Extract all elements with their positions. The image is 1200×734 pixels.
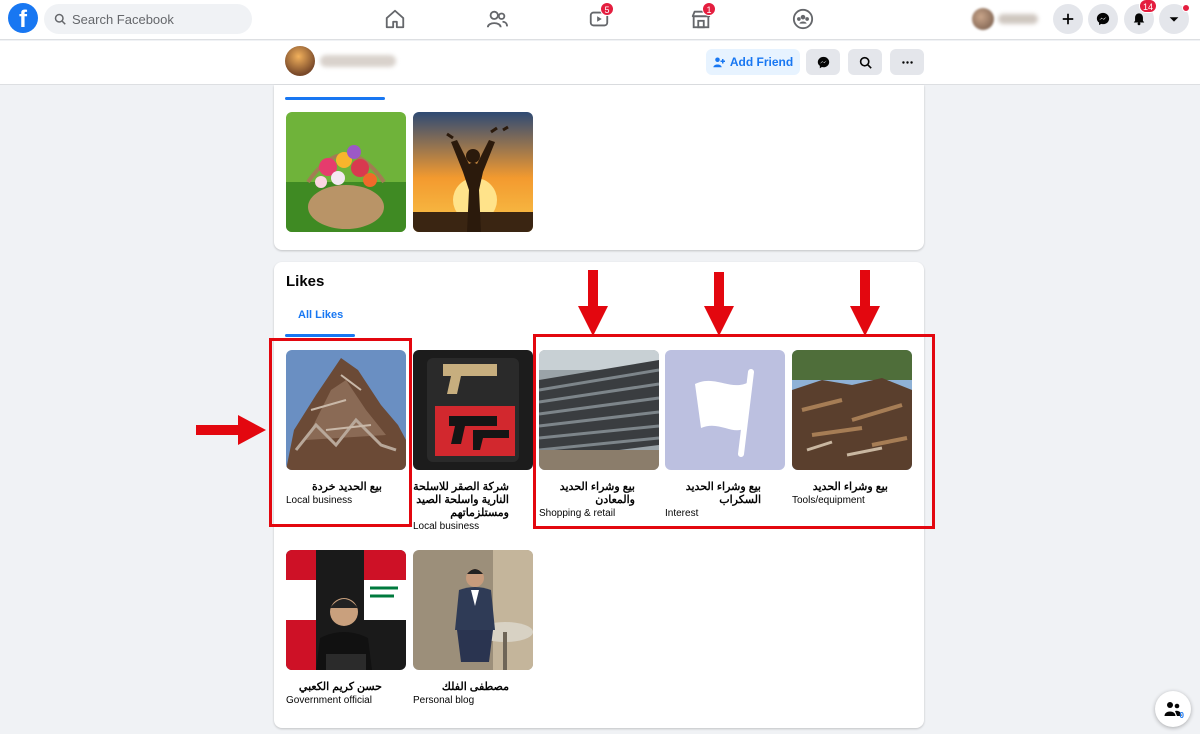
bell-icon	[1133, 13, 1145, 26]
watch-badge: 5	[600, 2, 614, 16]
notifications-badge: 14	[1139, 0, 1158, 13]
more-icon	[901, 60, 913, 64]
plus-icon	[1062, 13, 1074, 25]
page-thumbnail[interactable]	[413, 550, 533, 670]
add-person-icon	[713, 57, 725, 68]
page-name[interactable]: مصطفى الفلك	[413, 681, 509, 694]
red-arrow-right	[196, 415, 266, 445]
search-box[interactable]	[44, 4, 252, 34]
create-button[interactable]	[1053, 4, 1083, 34]
messenger-icon	[1096, 12, 1110, 26]
profile-name-blurred[interactable]	[320, 55, 396, 67]
profile-search-button[interactable]	[848, 49, 882, 75]
photo-sunset-chains[interactable]	[413, 112, 533, 232]
home-icon[interactable]	[384, 8, 406, 30]
top-navigation-bar: f 5 1 14	[0, 0, 1200, 40]
profile-shortcut[interactable]	[970, 6, 1046, 32]
avatar	[972, 8, 994, 30]
red-arrow-down-3	[850, 270, 880, 336]
list-item[interactable]: شركة الصقر للاسلحة النارية واسلحة الصيد …	[413, 350, 535, 533]
profile-subheader: Add Friend	[0, 41, 1200, 85]
page-name[interactable]: شركة الصقر للاسلحة النارية واسلحة الصيد …	[413, 481, 509, 520]
page-thumbnail[interactable]	[413, 350, 533, 470]
photos-card	[274, 85, 924, 250]
tab-all-likes[interactable]: All Likes	[298, 309, 343, 321]
page-category: Personal blog	[413, 695, 475, 706]
list-item[interactable]: حسن كريم الكعبي Government official	[286, 550, 408, 707]
facebook-logo[interactable]: f	[8, 3, 38, 33]
page-category: Local business	[413, 521, 480, 532]
contacts-fab[interactable]: 0	[1155, 691, 1191, 727]
search-input[interactable]	[72, 11, 232, 27]
notifications-button[interactable]: 14	[1124, 0, 1158, 34]
add-friend-button[interactable]: Add Friend	[706, 49, 800, 75]
messenger-icon	[817, 56, 829, 68]
annotation-box-right	[533, 334, 935, 529]
list-item[interactable]: مصطفى الفلك Personal blog	[413, 550, 535, 707]
contacts-count: 0	[1179, 711, 1184, 720]
marketplace-icon[interactable]: 1	[690, 2, 716, 30]
search-icon	[859, 56, 872, 69]
active-tab-indicator	[285, 334, 355, 337]
marketplace-badge: 1	[702, 2, 716, 16]
watch-icon[interactable]: 5	[588, 2, 614, 30]
profile-name-blurred	[998, 14, 1038, 24]
page-name[interactable]: حسن كريم الكعبي	[286, 681, 382, 694]
account-menu-button[interactable]	[1159, 4, 1190, 34]
messenger-button[interactable]	[1088, 4, 1118, 34]
red-arrow-down-2	[704, 272, 734, 336]
more-options-button[interactable]	[890, 49, 924, 75]
annotation-box-left	[269, 338, 412, 527]
alert-dot	[1182, 4, 1190, 12]
likes-heading: Likes	[286, 273, 325, 290]
caret-down-icon	[1169, 17, 1179, 22]
active-tab-indicator	[285, 97, 385, 100]
page-thumbnail[interactable]	[286, 550, 406, 670]
page-category: Government official	[286, 695, 372, 706]
search-icon	[54, 13, 66, 25]
avatar[interactable]	[285, 46, 315, 76]
red-arrow-down-1	[578, 270, 608, 336]
friends-icon[interactable]	[486, 8, 508, 30]
message-button[interactable]	[806, 49, 840, 75]
groups-icon[interactable]	[792, 8, 814, 30]
photo-flower-basket[interactable]	[286, 112, 406, 232]
